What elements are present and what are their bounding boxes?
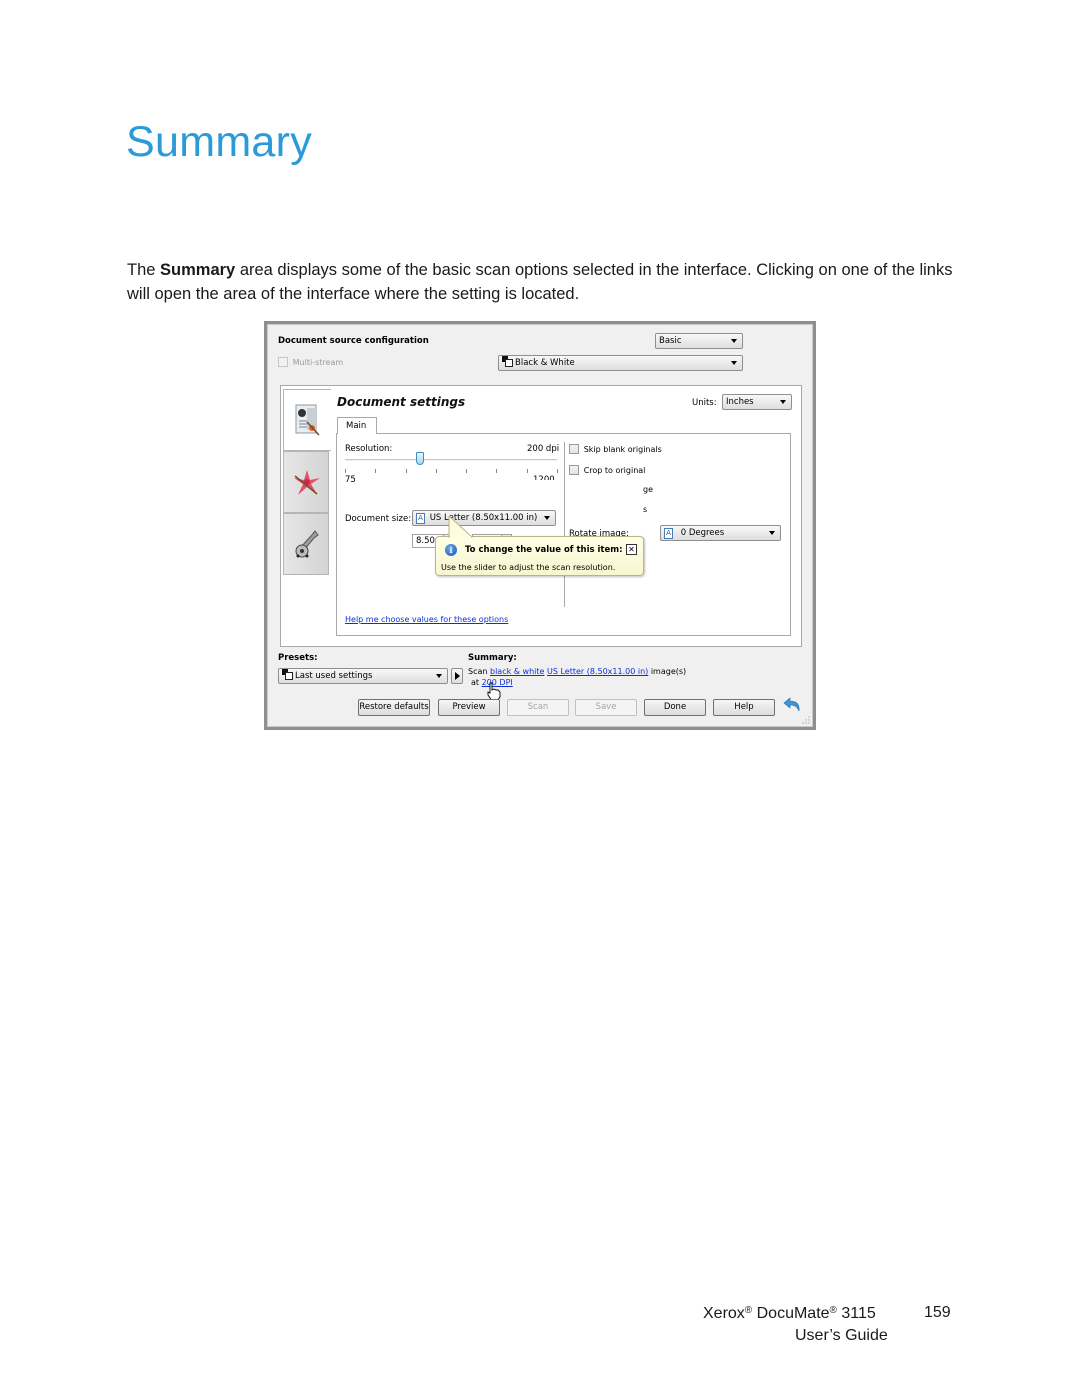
tooltip-pointer <box>448 516 474 538</box>
settings-panel: Document settings Units: Inches Main Res… <box>280 385 802 647</box>
units-label: Units: <box>692 398 717 408</box>
page-size-icon: A <box>416 513 425 524</box>
slider-tick <box>435 469 437 473</box>
slider-tick <box>466 469 468 473</box>
column-divider <box>564 442 565 607</box>
scan-button[interactable]: Scan <box>507 699 569 716</box>
sidebar-tab-advanced[interactable] <box>283 513 329 575</box>
chevron-down-icon <box>731 361 737 365</box>
summary-line-1: Scan black & white US Letter (8.50x11.00… <box>468 667 687 676</box>
source-config-label: Document source configuration <box>278 336 429 346</box>
slider-tick <box>557 469 558 473</box>
back-arrow-icon[interactable] <box>783 697 801 713</box>
mode-select[interactable]: Basic <box>655 333 743 349</box>
dialog-body: Document source configuration Multi-stre… <box>267 324 813 727</box>
slider-tick <box>496 469 498 473</box>
document-settings-title: Document settings <box>337 395 466 409</box>
slider-tick <box>345 469 346 473</box>
rotate-select[interactable]: A 0 Degrees <box>660 525 781 541</box>
hidden-option-fragment: s <box>643 505 648 514</box>
scanner-dialog-screenshot: Document source configuration Multi-stre… <box>264 321 816 730</box>
summary-size-link[interactable]: US Letter (8.50x11.00 in) <box>547 667 648 676</box>
resize-grip-icon[interactable] <box>802 716 810 724</box>
document-size-select[interactable]: A US Letter (8.50x11.00 in) <box>412 510 556 526</box>
resolution-tooltip: i To change the value of this item: ✕ Us… <box>435 536 644 576</box>
sidebar-tab-document-settings[interactable] <box>283 389 331 451</box>
chevron-down-icon <box>436 674 442 678</box>
done-button[interactable]: Done <box>644 699 706 716</box>
crop-checkbox[interactable]: Crop to original <box>569 465 645 478</box>
multistream-checkbox[interactable]: Multi-stream <box>278 357 343 370</box>
restore-defaults-button[interactable]: Restore defaults <box>358 699 430 716</box>
chevron-down-icon <box>780 400 786 404</box>
summary-label: Summary: <box>468 653 517 663</box>
slider-min-label: 75 <box>345 475 356 485</box>
black-white-icon <box>282 669 293 680</box>
info-icon: i <box>445 544 457 556</box>
slider-max-label: 1200 <box>533 475 555 480</box>
skip-blank-checkbox[interactable]: Skip blank originals <box>569 444 662 457</box>
help-choose-values-link[interactable]: Help me choose values for these options <box>345 615 508 624</box>
slider-tick <box>375 469 377 473</box>
footer-product: Xerox® DocuMate® 3115 <box>703 1305 876 1322</box>
presets-menu-button[interactable] <box>451 668 463 684</box>
lily-brush-icon <box>294 470 320 495</box>
summary-color-link[interactable]: black & white <box>490 667 544 676</box>
tooltip-close-button[interactable]: ✕ <box>626 544 637 555</box>
sidebar-tab-image-processing[interactable] <box>283 451 329 513</box>
chevron-down-icon <box>544 516 550 520</box>
help-button[interactable]: Help <box>713 699 775 716</box>
document-size-label: Document size: <box>345 514 412 524</box>
presets-select[interactable]: Last used settings <box>278 668 448 684</box>
preview-button[interactable]: Preview <box>438 699 500 716</box>
footer-guide-title: User’s Guide <box>795 1327 888 1344</box>
resolution-value: 200 dpi <box>527 444 560 454</box>
summary-term: Summary <box>160 261 236 279</box>
presets-label: Presets: <box>278 653 318 663</box>
black-white-icon <box>502 356 513 367</box>
color-mode-select[interactable]: Black & White <box>498 355 743 371</box>
tab-main[interactable]: Main <box>337 417 377 434</box>
play-arrow-icon <box>455 672 460 680</box>
multistream-check-box[interactable] <box>278 357 288 367</box>
wrench-icon <box>295 530 319 558</box>
crop-check-box[interactable] <box>569 465 579 475</box>
main-tab-body: Resolution: 200 dpi 75 1200 Document siz… <box>336 433 791 636</box>
slider-tick <box>405 469 407 473</box>
slider-tick <box>526 469 528 473</box>
tooltip-body: Use the slider to adjust the scan resolu… <box>441 563 616 572</box>
rotate-page-icon: A <box>664 528 673 539</box>
resolution-label: Resolution: <box>345 444 393 454</box>
chevron-down-icon <box>769 531 775 535</box>
page-number: 159 <box>924 1304 951 1321</box>
resolution-slider-track[interactable] <box>345 459 557 461</box>
skip-blank-check-box[interactable] <box>569 444 579 454</box>
page-title: Summary <box>126 118 313 166</box>
hidden-option-fragment: ge <box>643 485 653 494</box>
tooltip-title: To change the value of this item: <box>465 545 623 555</box>
units-select[interactable]: Inches <box>722 394 792 410</box>
save-button[interactable]: Save <box>575 699 637 716</box>
document-icon <box>295 404 320 436</box>
intro-paragraph: The Summary area displays some of the ba… <box>127 261 953 303</box>
chevron-down-icon <box>731 339 737 343</box>
resolution-slider-thumb[interactable] <box>415 452 424 465</box>
